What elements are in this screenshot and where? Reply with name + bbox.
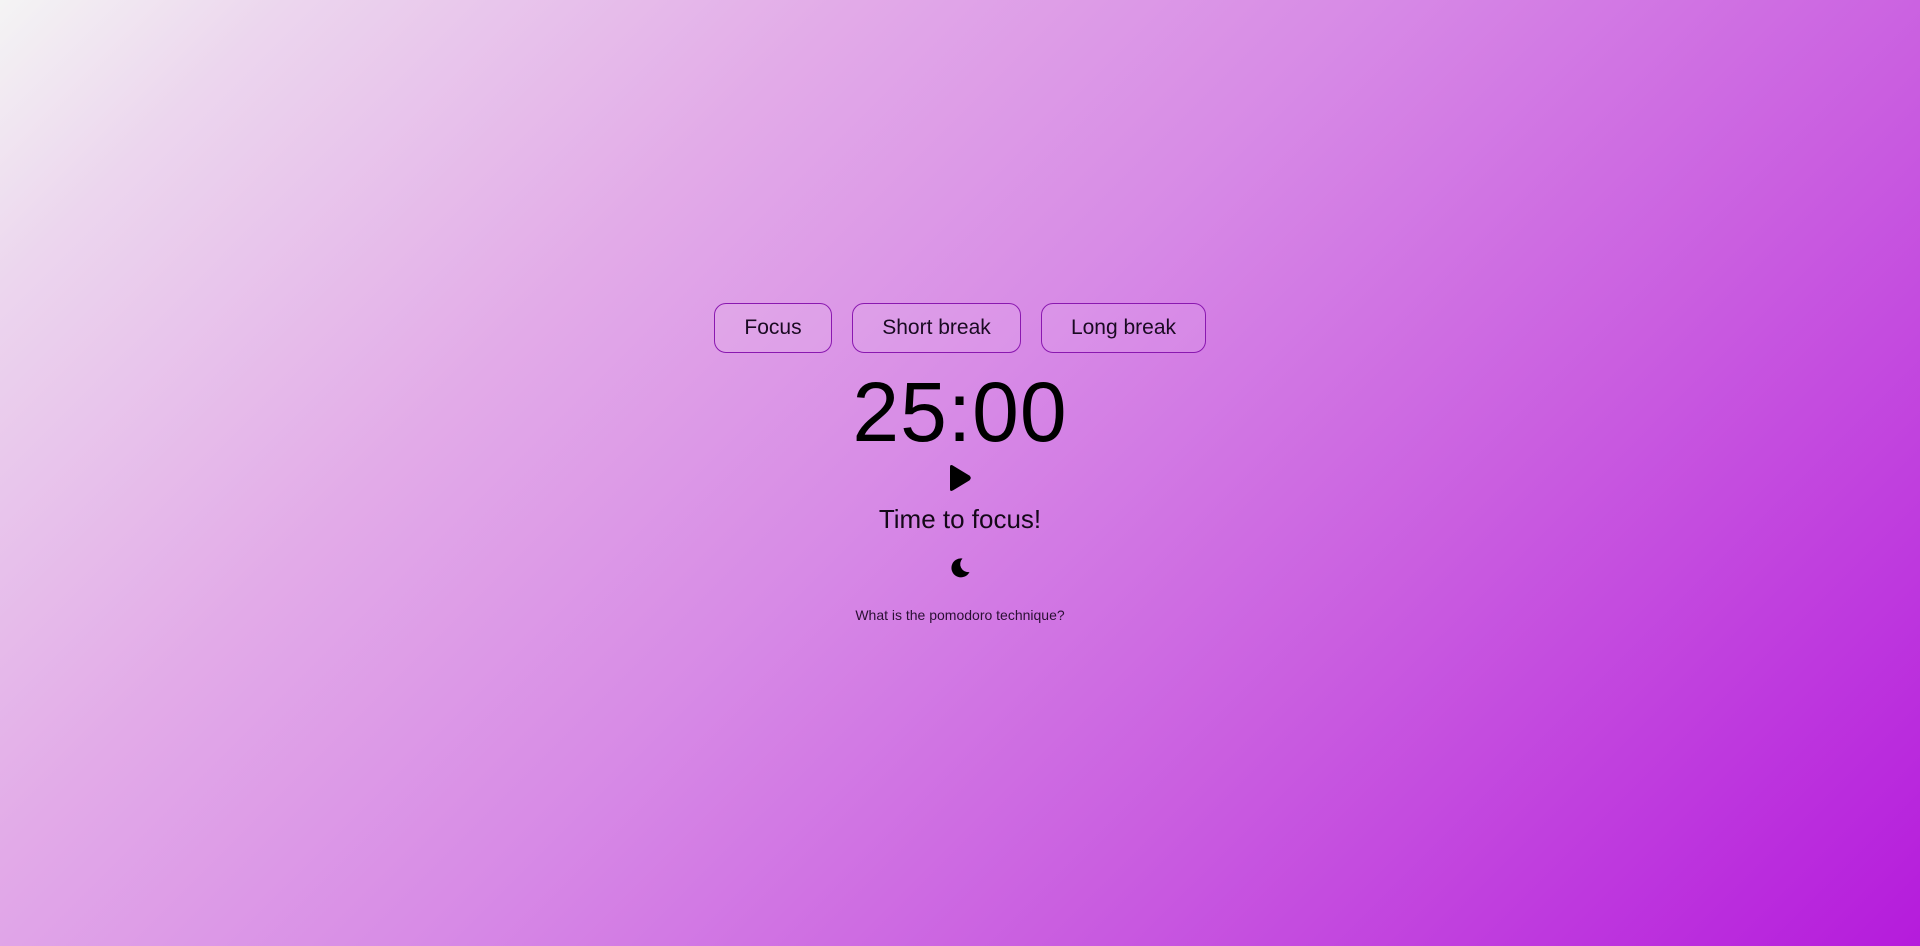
pomodoro-info-link[interactable]: What is the pomodoro technique? [855,607,1064,623]
moon-icon [951,558,970,578]
status-message: Time to focus! [878,504,1042,534]
timer-display: 25:00 [852,365,1068,459]
long-break-mode-button[interactable]: Long break [1041,303,1206,353]
mode-selector: Focus Short break Long break [714,303,1206,355]
play-button[interactable] [947,463,973,493]
focus-mode-button[interactable]: Focus [714,303,832,353]
pomodoro-app: Focus Short break Long break 25:00 Time … [0,303,1920,623]
short-break-mode-button[interactable]: Short break [852,303,1021,353]
theme-toggle-button[interactable] [947,555,973,581]
play-icon [950,465,971,491]
